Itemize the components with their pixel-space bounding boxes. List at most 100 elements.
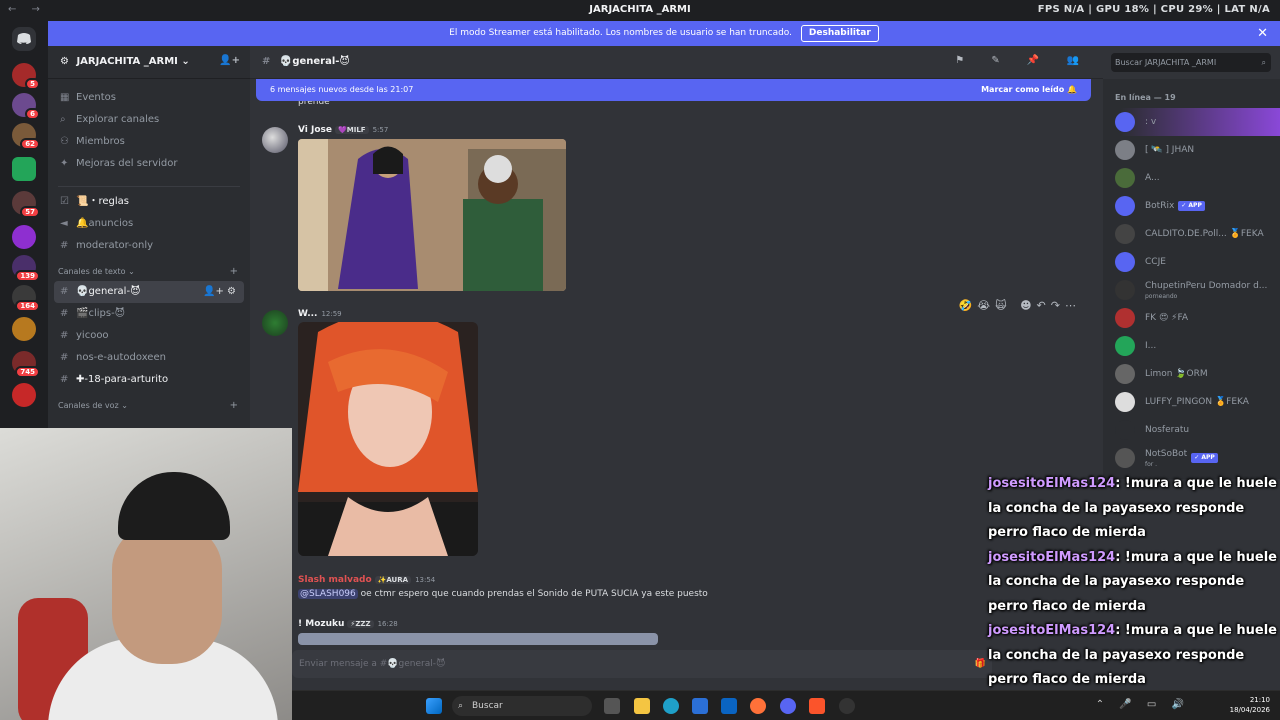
member-name: : v <box>1145 117 1157 127</box>
channel-settings-icons[interactable]: 👤+ ⚙ <box>203 281 236 303</box>
add-channel-icon[interactable]: + <box>230 397 238 415</box>
member-item[interactable]: Nosferatu <box>1103 416 1280 444</box>
mark-as-read-button[interactable]: Marcar como leído 🔔 <box>981 79 1077 101</box>
server-icon[interactable]: 139 <box>12 255 40 282</box>
task-view-icon[interactable] <box>604 698 620 714</box>
member-item[interactable]: NotSoBot ✓ APP for . <box>1103 444 1280 472</box>
sidebar-item-browse-channels[interactable]: ⌕ Explorar canales <box>48 109 250 131</box>
server-icon[interactable]: 745 <box>12 351 40 378</box>
image-attachment[interactable] <box>298 633 658 645</box>
channel-label: moderator-only <box>76 240 154 251</box>
message-author[interactable]: W... 12:59 <box>298 309 342 319</box>
guild-header[interactable]: ⚙ JARJACHITA _ARMI ⌄ 👤+ <box>48 46 250 79</box>
discord-home-icon[interactable] <box>12 27 36 51</box>
category-text-channels[interactable]: Canales de texto ⌄ + <box>48 263 250 281</box>
message-input[interactable]: Enviar mensaje a #💀general-😈 🎁 <box>292 650 992 678</box>
store-icon[interactable] <box>692 698 708 714</box>
member-item[interactable]: LUFFY_PINGON 🏅FEKA <box>1103 388 1280 416</box>
search-input[interactable]: Buscar JARJACHITA _ARMI ⌕ <box>1111 53 1271 72</box>
member-item[interactable]: CCJE <box>1103 248 1280 276</box>
hash-icon: # <box>60 308 69 319</box>
mention-badge: 745 <box>15 366 40 378</box>
avatar[interactable] <box>262 310 288 336</box>
sidebar-item-members[interactable]: ⚇ Miembros <box>48 131 250 153</box>
member-item[interactable]: CALDITO.DE.Poll... 🏅FEKA <box>1103 220 1280 248</box>
server-icon[interactable] <box>12 225 36 249</box>
member-item[interactable]: FK 😍 ⚡FA <box>1103 304 1280 332</box>
message-author[interactable]: Vi Jose 💜MILF 5:57 <box>298 125 388 135</box>
server-icon[interactable] <box>12 383 36 407</box>
server-icon[interactable] <box>12 157 36 181</box>
channel-label: 🎬clips-😈 <box>76 308 126 319</box>
invite-people-icon[interactable]: 👤+ <box>219 55 240 66</box>
timestamp: 16:28 <box>377 620 398 628</box>
timestamp: 5:57 <box>372 126 389 134</box>
member-item[interactable]: A... <box>1103 164 1280 192</box>
member-list: En línea — 19 : v[ 🛰️ ] JHAN A... BotRix ✓ … <box>1103 79 1280 479</box>
channel-yicooo[interactable]: # yicooo <box>48 325 250 347</box>
image-attachment[interactable] <box>298 139 566 291</box>
add-channel-icon[interactable]: + <box>230 263 238 281</box>
guild-name: JARJACHITA _ARMI ⌄ <box>76 56 190 67</box>
server-icon[interactable]: 164 <box>12 285 40 312</box>
app-badge: ✓ APP <box>1191 452 1218 463</box>
sidebar-item-events[interactable]: ▦ Eventos <box>48 87 250 109</box>
member-item[interactable]: : v <box>1103 108 1280 136</box>
image-attachment[interactable] <box>298 322 478 556</box>
mention-badge: 164 <box>15 300 40 312</box>
discord-taskbar-icon[interactable] <box>780 698 796 714</box>
message-author[interactable]: ! Mozuku ⚡ZZZ 16:28 <box>298 619 398 629</box>
user-mention[interactable]: @SLASH096 <box>298 589 358 599</box>
server-icon[interactable]: 57 <box>12 191 40 218</box>
mention-badge: 139 <box>15 270 40 282</box>
new-messages-bar[interactable]: 6 mensajes nuevos desde las 21:07 Marcar… <box>256 79 1091 101</box>
file-explorer-icon[interactable] <box>634 698 650 714</box>
header-toolbar-icons[interactable]: ⚑ ✎ 📌 👥 <box>955 55 1091 66</box>
sidebar-item-server-boosts[interactable]: ✦ Mejoras del servidor <box>48 153 250 175</box>
channel-general[interactable]: # 💀general-😈 👤+ ⚙ <box>54 281 244 303</box>
member-name: [ 🛰️ ] JHAN <box>1145 145 1195 155</box>
edge-icon[interactable] <box>663 698 679 714</box>
server-icon[interactable]: 62 <box>12 123 40 150</box>
windows-start-icon[interactable] <box>426 698 442 714</box>
avatar[interactable] <box>262 127 288 153</box>
member-name: LUFFY_PINGON 🏅FEKA <box>1145 397 1249 407</box>
brave-icon[interactable] <box>809 698 825 714</box>
channel-nos-e-autodoxeen[interactable]: # nos-e-autodoxeen <box>48 347 250 369</box>
mention-badge: 5 <box>25 78 40 90</box>
sidebar-item-label: Explorar canales <box>76 114 160 125</box>
member-item[interactable]: BotRix ✓ APP <box>1103 192 1280 220</box>
member-item[interactable]: ChupetinPeru Domador d... porneando <box>1103 276 1280 304</box>
channel-reglas[interactable]: ☑ 📜・reglas <box>48 191 250 213</box>
close-icon[interactable]: ✕ <box>1257 21 1268 46</box>
gift-icon[interactable]: 🎁 <box>975 650 986 678</box>
channel-moderator-only[interactable]: # moderator-only <box>48 235 250 257</box>
message-hover-toolbar[interactable]: 🤣😭🙀 ☻↶↷⋯ <box>959 299 1081 312</box>
member-item[interactable]: [ 🛰️ ] JHAN <box>1103 136 1280 164</box>
obs-icon[interactable] <box>839 698 855 714</box>
avatar <box>1115 140 1135 160</box>
outlook-icon[interactable] <box>721 698 737 714</box>
server-icon[interactable]: 5 <box>12 63 40 90</box>
disable-streamer-button[interactable]: Deshabilitar <box>800 25 879 42</box>
hash-icon: # <box>60 374 69 385</box>
overlay-chat-line: josesitoElMas124: !mura a que le huele l… <box>988 472 1280 546</box>
member-item[interactable]: I... <box>1103 332 1280 360</box>
channel-18-para-arturito[interactable]: # ✚-18-para-arturito <box>48 369 250 391</box>
member-item[interactable]: Limon 🍃ORM <box>1103 360 1280 388</box>
member-name: Nosferatu <box>1145 425 1190 435</box>
server-icon[interactable]: 6 <box>12 93 40 120</box>
firefox-icon[interactable] <box>750 698 766 714</box>
taskbar-search[interactable]: ⌕ Buscar <box>452 696 592 716</box>
channel-title: 💀general-😈 <box>279 56 350 67</box>
clock[interactable]: 21:10 18/04/2026 <box>1230 695 1270 715</box>
category-voice-channels[interactable]: Canales de voz ⌄ + <box>48 397 250 415</box>
message-author[interactable]: Slash malvado ✨AURA 13:54 <box>298 575 435 585</box>
system-tray-icons[interactable]: ⌃ 🎤 ▭ 🔊 <box>1096 699 1190 710</box>
server-icon[interactable] <box>12 317 36 341</box>
channel-clips[interactable]: # 🎬clips-😈 <box>48 303 250 325</box>
avatar <box>1115 168 1135 188</box>
webcam-overlay <box>0 428 292 720</box>
rules-icon: ☑ <box>60 196 69 207</box>
channel-anuncios[interactable]: ◄ 🔔anuncios <box>48 213 250 235</box>
